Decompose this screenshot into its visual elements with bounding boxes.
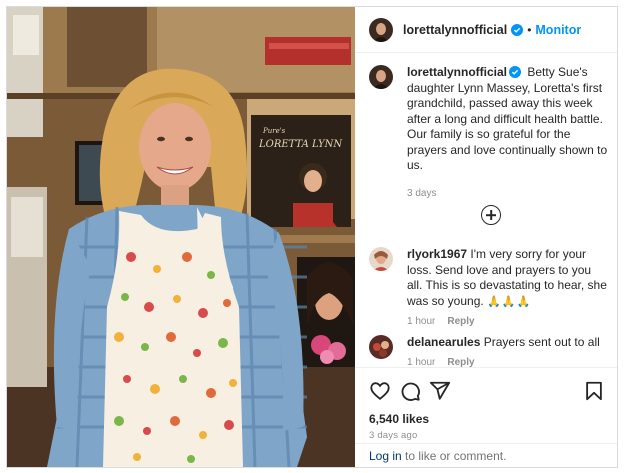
- comment-item: delanearules Prayers sent out to all 1 h…: [369, 335, 609, 368]
- post-timestamp[interactable]: 3 days ago: [369, 430, 417, 441]
- caption-username[interactable]: lorettalynnofficial: [407, 65, 507, 79]
- photo-illustration: Pure's LORETTA LYNN: [7, 7, 355, 467]
- comment-body: rlyork1967 I'm very sorry for your loss.…: [407, 247, 609, 310]
- comment-icon[interactable]: [399, 380, 421, 402]
- heart-icon[interactable]: [369, 380, 391, 402]
- post-container: Pure's LORETTA LYNN lorettalynnofficial …: [6, 6, 618, 468]
- avatar[interactable]: [369, 17, 393, 42]
- likes-count[interactable]: 6,540 likes: [369, 412, 429, 426]
- post-photo[interactable]: Pure's LORETTA LYNN: [7, 7, 355, 467]
- caption-text: Betty Sue's daughter Lynn Massey, Lorett…: [407, 65, 608, 172]
- comment-username[interactable]: rlyork1967: [407, 247, 467, 261]
- post-header: lorettalynnofficial • Monitor: [355, 7, 617, 53]
- login-link[interactable]: Log in: [369, 449, 402, 463]
- post-caption: lorettalynnofficial Betty Sue's daughter…: [369, 65, 609, 201]
- comment-meta: 1 hour Reply: [407, 316, 609, 327]
- comment-emoji: 🙏🙏🙏: [487, 295, 532, 308]
- avatar[interactable]: [369, 335, 393, 359]
- comment-body: delanearules Prayers sent out to all: [407, 335, 609, 351]
- post-author-username[interactable]: lorettalynnofficial: [403, 23, 507, 37]
- comment-timestamp[interactable]: 1 hour: [407, 316, 435, 327]
- caption-body: lorettalynnofficial Betty Sue's daughter…: [407, 65, 609, 201]
- caption-timestamp[interactable]: 3 days: [407, 186, 609, 202]
- comment-meta: 1 hour Reply: [407, 357, 609, 368]
- verified-icon: [511, 23, 524, 36]
- comment-username[interactable]: delanearules: [407, 335, 480, 349]
- login-prompt: Log in to like or comment.: [355, 443, 617, 467]
- comment-timestamp[interactable]: 1 hour: [407, 357, 435, 368]
- monitor-button[interactable]: Monitor: [535, 23, 581, 37]
- avatar[interactable]: [369, 247, 393, 271]
- login-suffix: to like or comment.: [401, 449, 507, 463]
- svg-text:Pure's: Pure's: [262, 127, 286, 135]
- post-details-pane: lorettalynnofficial • Monitor lorettalyn…: [355, 7, 617, 467]
- action-icons: [369, 380, 605, 404]
- verified-icon: [509, 66, 522, 78]
- album-cover: Pure's LORETTA LYNN: [251, 115, 351, 227]
- reply-button[interactable]: Reply: [447, 357, 474, 368]
- avatar[interactable]: [369, 65, 393, 89]
- comment-item: rlyork1967 I'm very sorry for your loss.…: [369, 247, 609, 327]
- comment-text: Prayers sent out to all: [483, 335, 600, 349]
- share-icon[interactable]: [429, 380, 451, 402]
- bookmark-icon[interactable]: [583, 380, 605, 402]
- reply-button[interactable]: Reply: [447, 316, 474, 327]
- svg-text:LORETTA LYNN: LORETTA LYNN: [258, 139, 343, 150]
- more-comments-icon[interactable]: [481, 205, 501, 225]
- header-separator: •: [527, 22, 532, 37]
